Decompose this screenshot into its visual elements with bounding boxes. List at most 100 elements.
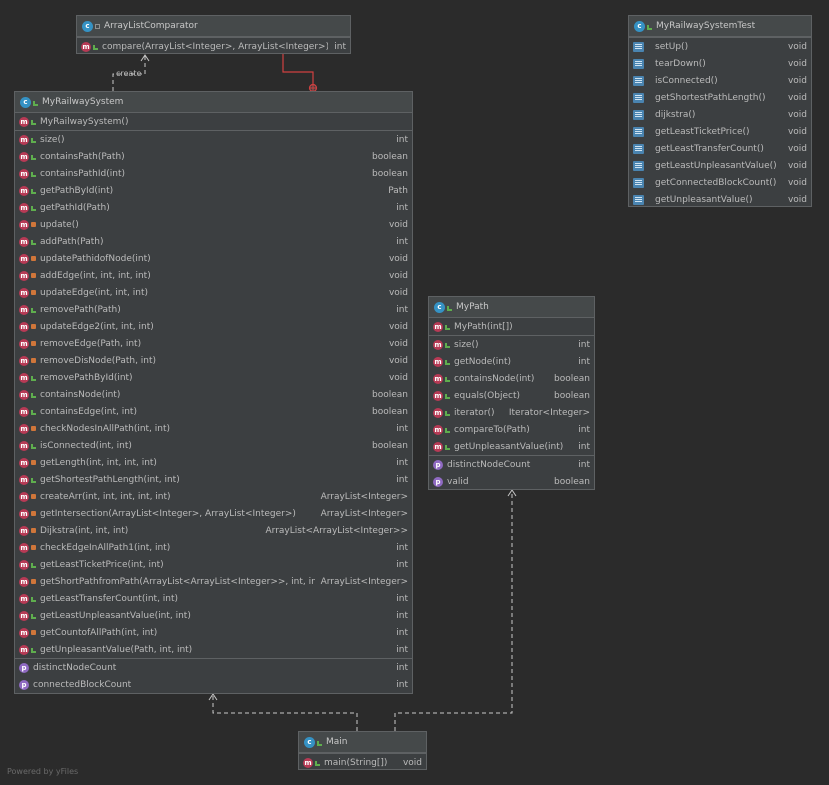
property-row[interactable]: p valid boolean — [429, 473, 594, 490]
constructor-row[interactable]: m MyPath(int[]) — [429, 318, 594, 335]
method-row[interactable]: getLeastUnpleasantValue() void — [629, 157, 811, 174]
method-icon: m — [433, 407, 443, 418]
return-type: ArrayList<ArrayList<Integer>> — [265, 525, 408, 536]
class-my-path[interactable]: c MyPath m MyPath(int[]) m size() int m getN… — [428, 296, 595, 490]
class-my-railway-system[interactable]: c MyRailwaySystem m MyRailwaySystem() ms… — [14, 91, 413, 694]
method-icon: m — [19, 151, 29, 162]
method-row[interactable]: m Dijkstra(int, int, int) ArrayList<ArrayL… — [15, 522, 412, 539]
public-visibility-icon — [31, 308, 36, 313]
method-row[interactable]: dijkstra() void — [629, 106, 811, 123]
method-icon: m — [19, 287, 29, 298]
method-row[interactable]: m getUnpleasantValue(int) int — [429, 438, 594, 455]
method-row[interactable]: m checkNodesInAllPath(int, int) int — [15, 420, 412, 437]
private-visibility-icon — [31, 222, 36, 227]
class-header: c ArrayListComparator — [77, 16, 350, 37]
return-type: ArrayList<Integer> — [320, 576, 408, 587]
method-row[interactable]: isConnected() void — [629, 72, 811, 89]
method-name: getShortPathfromPath(ArrayList<ArrayList… — [40, 576, 315, 587]
return-type: void — [787, 58, 807, 69]
class-name: MyRailwaySystemTest — [656, 21, 756, 31]
method-row[interactable]: m getCountofAllPath(int, int) int — [15, 624, 412, 641]
method-row[interactable]: m getLeastTicketPrice(int, int) int — [15, 556, 412, 573]
method-row[interactable]: m createArr(int, int, int, int, int) Array… — [15, 488, 412, 505]
method-row[interactable]: m containsPathId(int) boolean — [15, 165, 412, 182]
method-row[interactable]: m updateEdge(int, int, int) void — [15, 284, 412, 301]
class-name: MyRailwaySystem — [42, 97, 124, 107]
method-row[interactable]: m compare(ArrayList<Integer>, ArrayList<I… — [77, 38, 350, 55]
method-row[interactable]: getLeastTicketPrice() void — [629, 123, 811, 140]
method-row[interactable]: m getUnpleasantValue(Path, int, int) int — [15, 641, 412, 658]
method-row[interactable]: m containsNode(int) boolean — [429, 370, 594, 387]
powered-by-footer: Powered by yFiles — [7, 767, 79, 776]
method-row[interactable]: getConnectedBlockCount() void — [629, 174, 811, 191]
method-row[interactable]: m getShortPathfromPath(ArrayList<ArrayLis… — [15, 573, 412, 590]
return-type: void — [402, 757, 422, 768]
method-name: getLeastUnpleasantValue(int, int) — [40, 610, 191, 621]
method-icon: m — [19, 440, 29, 451]
method-row[interactable]: m removeEdge(Path, int) void — [15, 335, 412, 352]
method-name: checkEdgeInAllPath1(int, int) — [40, 542, 171, 553]
method-name: equals(Object) — [454, 390, 520, 401]
method-row[interactable]: m removeDisNode(Path, int) void — [15, 352, 412, 369]
return-type: int — [396, 593, 408, 604]
method-name: addEdge(int, int, int, int) — [40, 270, 151, 281]
method-row[interactable]: m isConnected(int, int) boolean — [15, 437, 412, 454]
method-row[interactable]: m containsNode(int) boolean — [15, 386, 412, 403]
method-name: isConnected() — [655, 75, 718, 86]
method-row[interactable]: m size() int — [15, 131, 412, 148]
class-main[interactable]: c Main m main(String[]) void — [298, 731, 427, 770]
return-type: void — [388, 372, 408, 383]
method-row[interactable]: m getLength(int, int, int, int) int — [15, 454, 412, 471]
method-row[interactable]: m update() void — [15, 216, 412, 233]
method-row[interactable]: m compareTo(Path) int — [429, 421, 594, 438]
test-method-icon — [633, 92, 644, 103]
method-row[interactable]: setUp() void — [629, 38, 811, 55]
method-row[interactable]: m getLeastUnpleasantValue(int, int) int — [15, 607, 412, 624]
method-row[interactable]: m equals(Object) boolean — [429, 387, 594, 404]
method-name: containsPath(Path) — [40, 151, 125, 162]
method-row[interactable]: m main(String[]) void — [299, 754, 426, 771]
method-row[interactable]: m removePath(Path) int — [15, 301, 412, 318]
method-name: Dijkstra(int, int, int) — [40, 525, 129, 536]
method-row[interactable]: m updateEdge2(int, int, int) void — [15, 318, 412, 335]
method-row[interactable]: m getLeastTransferCount(int, int) int — [15, 590, 412, 607]
method-row[interactable]: m addEdge(int, int, int, int) void — [15, 267, 412, 284]
method-row[interactable]: tearDown() void — [629, 55, 811, 72]
method-row[interactable]: m iterator() Iterator<Integer> — [429, 404, 594, 421]
class-my-railway-system-test[interactable]: c MyRailwaySystemTest setUp() void tearDow… — [628, 15, 812, 207]
private-visibility-icon — [31, 579, 36, 584]
method-row[interactable]: m addPath(Path) int — [15, 233, 412, 250]
private-visibility-icon — [31, 494, 36, 499]
method-icon: m — [433, 356, 443, 367]
property-row[interactable]: p connectedBlockCount int — [15, 676, 412, 693]
method-row[interactable]: m containsPath(Path) boolean — [15, 148, 412, 165]
private-visibility-icon — [31, 273, 36, 278]
return-type: int — [396, 236, 408, 247]
method-row[interactable]: m size() int — [429, 336, 594, 353]
method-row[interactable]: m containsEdge(int, int) boolean — [15, 403, 412, 420]
method-row[interactable]: getShortestPathLength() void — [629, 89, 811, 106]
method-row[interactable]: m getPathId(Path) int — [15, 199, 412, 216]
method-row[interactable]: m removePathById(int) void — [15, 369, 412, 386]
test-method-icon — [633, 58, 644, 69]
constructor-row[interactable]: m MyRailwaySystem() — [15, 113, 412, 130]
method-name: updatePathidofNode(int) — [40, 253, 151, 264]
property-row[interactable]: p distinctNodeCount int — [429, 456, 594, 473]
test-method-icon — [633, 109, 644, 120]
method-name: getCountofAllPath(int, int) — [40, 627, 158, 638]
class-array-list-comparator[interactable]: c ArrayListComparator m compare(ArrayList… — [76, 15, 351, 54]
method-row[interactable]: m getPathById(int) Path — [15, 182, 412, 199]
method-row[interactable]: getLeastTransferCount() void — [629, 140, 811, 157]
method-row[interactable]: m updatePathidofNode(int) void — [15, 250, 412, 267]
method-row[interactable]: m checkEdgeInAllPath1(int, int) int — [15, 539, 412, 556]
private-visibility-icon — [31, 630, 36, 635]
property-row[interactable]: p distinctNodeCount int — [15, 659, 412, 676]
method-icon: m — [19, 491, 29, 502]
method-name: getUnpleasantValue(Path, int, int) — [40, 644, 193, 655]
method-row[interactable]: getUnpleasantValue() void — [629, 191, 811, 208]
method-row[interactable]: m getIntersection(ArrayList<Integer>, Arr… — [15, 505, 412, 522]
method-row[interactable]: m getShortestPathLength(int, int) int — [15, 471, 412, 488]
method-name: removePathById(int) — [40, 372, 133, 383]
method-row[interactable]: m getNode(int) int — [429, 353, 594, 370]
